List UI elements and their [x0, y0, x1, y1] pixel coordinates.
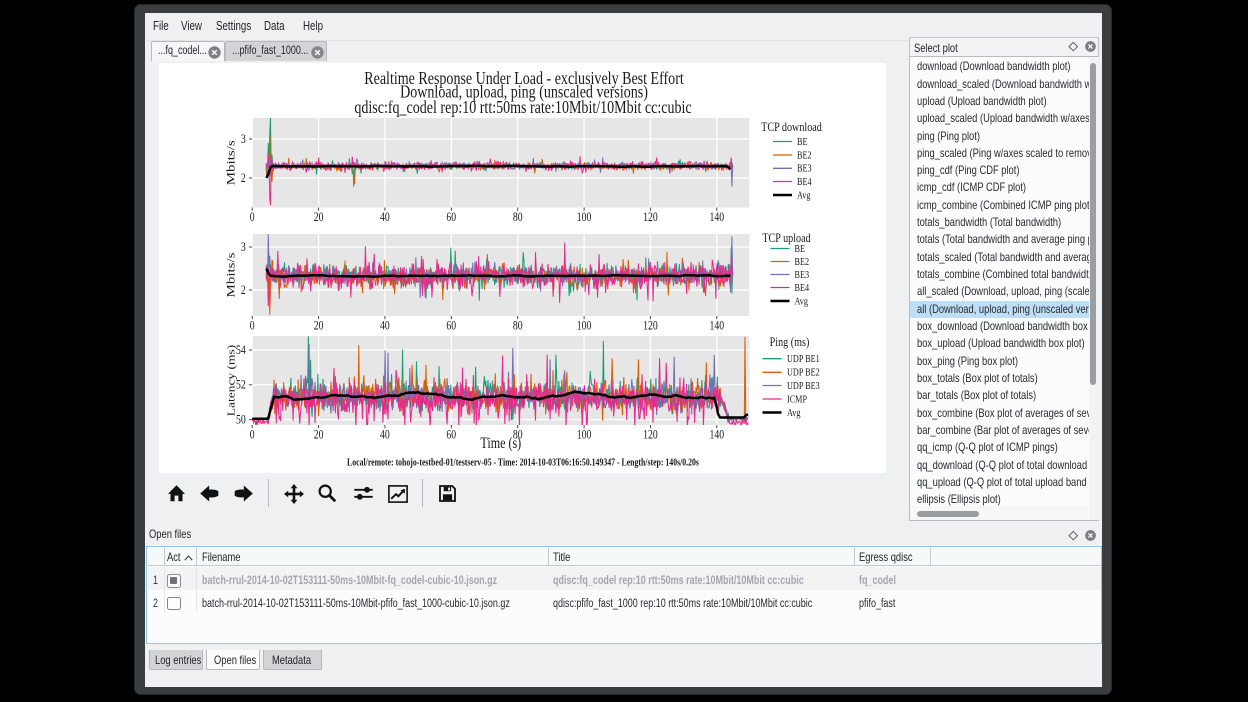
svg-text:54: 54: [236, 344, 246, 357]
svg-text:BE4: BE4: [795, 283, 810, 294]
svg-text:50: 50: [236, 413, 246, 426]
svg-text:60: 60: [446, 211, 456, 224]
svg-text:120: 120: [643, 319, 658, 332]
svg-text:BE4: BE4: [797, 177, 812, 188]
svg-text:0: 0: [250, 319, 255, 332]
svg-text:40: 40: [380, 428, 390, 441]
svg-text:UDP BE3: UDP BE3: [787, 381, 820, 392]
svg-text:0: 0: [250, 428, 255, 441]
svg-text:BE3: BE3: [797, 164, 812, 175]
svg-text:Avg: Avg: [797, 191, 811, 202]
svg-text:40: 40: [380, 319, 390, 332]
svg-text:140: 140: [710, 428, 725, 441]
svg-text:Latency (ms): Latency (ms): [225, 345, 237, 417]
svg-text:2: 2: [241, 284, 246, 297]
svg-text:TCP download: TCP download: [761, 120, 822, 134]
svg-text:100: 100: [577, 319, 592, 332]
svg-text:80: 80: [513, 211, 523, 224]
svg-text:20: 20: [314, 319, 324, 332]
svg-text:20: 20: [314, 211, 324, 224]
svg-text:Ping (ms): Ping (ms): [770, 335, 810, 349]
svg-text:Avg: Avg: [787, 408, 801, 419]
svg-text:0: 0: [250, 211, 255, 224]
svg-text:BE2: BE2: [797, 151, 812, 162]
svg-text:BE: BE: [797, 137, 808, 148]
svg-text:60: 60: [446, 319, 456, 332]
svg-text:3: 3: [241, 241, 246, 254]
svg-text:Avg: Avg: [795, 297, 809, 308]
svg-text:60: 60: [446, 428, 456, 441]
svg-text:80: 80: [513, 319, 523, 332]
svg-text:BE3: BE3: [795, 270, 810, 281]
svg-text:140: 140: [710, 319, 725, 332]
svg-text:120: 120: [643, 211, 658, 224]
svg-text:qdisc:fq_codel rep:10 rtt:50ms: qdisc:fq_codel rep:10 rtt:50ms rate:10Mb…: [354, 99, 691, 118]
svg-text:140: 140: [710, 211, 725, 224]
svg-text:Mbits/s: Mbits/s: [224, 140, 237, 185]
svg-text:Local/remote: tohojo-testbed-0: Local/remote: tohojo-testbed-01/testserv…: [347, 457, 699, 468]
svg-text:UDP BE1: UDP BE1: [787, 354, 820, 365]
svg-text:Time (s): Time (s): [480, 436, 521, 453]
svg-text:UDP BE2: UDP BE2: [787, 368, 820, 379]
svg-text:3: 3: [241, 133, 246, 146]
svg-text:2: 2: [241, 172, 246, 185]
svg-text:Mbits/s: Mbits/s: [224, 253, 237, 298]
svg-text:BE2: BE2: [795, 257, 810, 268]
svg-text:52: 52: [236, 379, 246, 392]
svg-text:120: 120: [643, 428, 658, 441]
svg-text:ICMP: ICMP: [787, 395, 807, 406]
svg-text:20: 20: [314, 428, 324, 441]
svg-text:40: 40: [380, 211, 390, 224]
svg-text:100: 100: [577, 211, 592, 224]
svg-text:BE: BE: [795, 244, 806, 255]
svg-text:100: 100: [577, 428, 592, 441]
